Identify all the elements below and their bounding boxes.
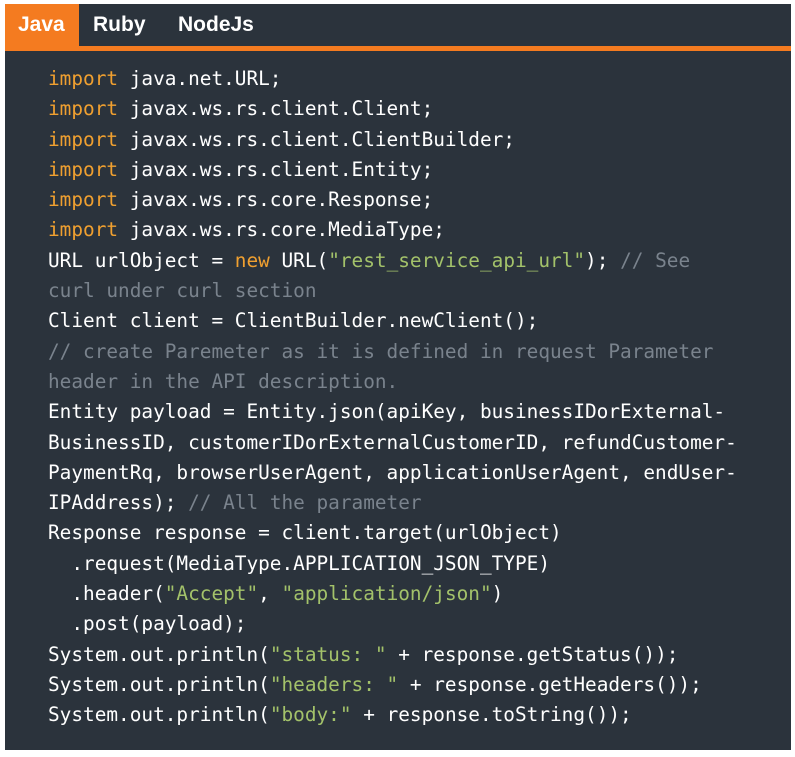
code-line: IPAddress); // All the parameter <box>48 488 784 518</box>
code-line: import javax.ws.rs.core.MediaType; <box>48 215 784 245</box>
code-text: BusinessID, customerIDorExternalCustomer… <box>48 430 737 454</box>
code-line: import javax.ws.rs.client.ClientBuilder; <box>48 125 784 155</box>
code-line: PaymentRq, browserUserAgent, application… <box>48 458 784 488</box>
code-string: "Accept" <box>164 582 259 606</box>
code-text: PaymentRq, browserUserAgent, application… <box>48 460 737 484</box>
code-keyword: new <box>234 248 270 272</box>
code-text: IPAddress); <box>48 491 189 515</box>
code-text: javax.ws.rs.core.Response; <box>118 188 434 212</box>
code-text: ) <box>491 582 504 606</box>
code-keyword: import <box>48 67 119 90</box>
code-string: "body:" <box>269 703 352 727</box>
tab-nodejs[interactable]: NodeJs <box>178 4 254 46</box>
code-text: Response response = client.target(urlObj… <box>48 521 562 545</box>
code-text: URL( <box>269 248 329 272</box>
code-string: "rest_service_api_url" <box>328 248 586 272</box>
code-line: curl under curl section <box>48 276 784 306</box>
code-keyword: import <box>48 97 119 121</box>
code-line: URL urlObject = new URL("rest_service_ap… <box>48 246 784 276</box>
code-line: System.out.println("status: " + response… <box>48 640 784 670</box>
code-keyword: import <box>48 218 119 242</box>
code-keyword: import <box>48 157 119 181</box>
code-text: Entity payload = Entity.json(apiKey, bus… <box>48 400 726 424</box>
code-text: .header( <box>48 582 165 606</box>
code-text: Client client = ClientBuilder.newClient(… <box>48 309 539 333</box>
code-text: System.out.println( <box>48 672 270 696</box>
code-text: URL urlObject = <box>48 248 235 272</box>
code-line: .request(MediaType.APPLICATION_JSON_TYPE… <box>48 549 784 579</box>
code-text: javax.ws.rs.client.Entity; <box>118 157 434 181</box>
code-line: // create Paremeter as it is defined in … <box>48 337 784 367</box>
code-keyword: import <box>48 188 119 212</box>
code-text: javax.ws.rs.core.MediaType; <box>118 218 445 242</box>
code-line: BusinessID, customerIDorExternalCustomer… <box>48 428 784 458</box>
code-line: import javax.ws.rs.client.Entity; <box>48 155 784 185</box>
code-line: Entity payload = Entity.json(apiKey, bus… <box>48 397 784 427</box>
code-comment: // See <box>620 248 691 272</box>
code-comment: header in the API description. <box>48 369 399 393</box>
code-text: + response.getStatus()); <box>386 642 679 666</box>
code-text: .request(MediaType.APPLICATION_JSON_TYPE… <box>48 551 550 575</box>
code-keyword: import <box>48 127 119 151</box>
code-line: System.out.println("headers: " + respons… <box>48 670 784 700</box>
code-text: System.out.println( <box>48 703 270 727</box>
code-text: System.out.println( <box>48 642 270 666</box>
language-tab-bar: Java Ruby NodeJs <box>5 4 791 51</box>
code-string: "status: " <box>269 642 387 666</box>
code-line: Client client = ClientBuilder.newClient(… <box>48 306 784 336</box>
code-comment: // create Paremeter as it is defined in … <box>48 339 714 363</box>
tab-ruby[interactable]: Ruby <box>93 4 146 46</box>
code-block: import java.net.URL; import javax.ws.rs.c… <box>48 64 784 731</box>
code-comment: // All the parameter <box>188 491 422 515</box>
tab-java[interactable]: Java <box>5 4 79 46</box>
code-line: import javax.ws.rs.client.Client; <box>48 94 784 124</box>
code-line: .post(payload); <box>48 609 784 639</box>
code-line: System.out.println("body:" + response.to… <box>48 700 784 730</box>
code-text: , <box>258 582 282 606</box>
code-text: + response.getHeaders()); <box>398 672 702 696</box>
code-line: header in the API description. <box>48 367 784 397</box>
code-line: import java.net.URL; <box>48 64 784 94</box>
code-sample-panel: Java Ruby NodeJs import java.net.URL; imp… <box>5 4 791 750</box>
code-text: ); <box>585 248 621 272</box>
code-text: javax.ws.rs.client.Client; <box>118 97 434 121</box>
code-text: javax.ws.rs.client.ClientBuilder; <box>118 127 515 151</box>
code-line: .header("Accept", "application/json") <box>48 579 784 609</box>
code-line: Response response = client.target(urlObj… <box>48 518 784 548</box>
code-text: .post(payload); <box>48 612 247 636</box>
code-text: java.net.URL; <box>118 67 282 90</box>
code-text: + response.toString()); <box>351 703 632 727</box>
code-line: import javax.ws.rs.core.Response; <box>48 185 784 215</box>
code-string: "headers: " <box>269 672 399 696</box>
code-comment: curl under curl section <box>48 279 317 303</box>
code-string: "application/json" <box>281 582 492 606</box>
